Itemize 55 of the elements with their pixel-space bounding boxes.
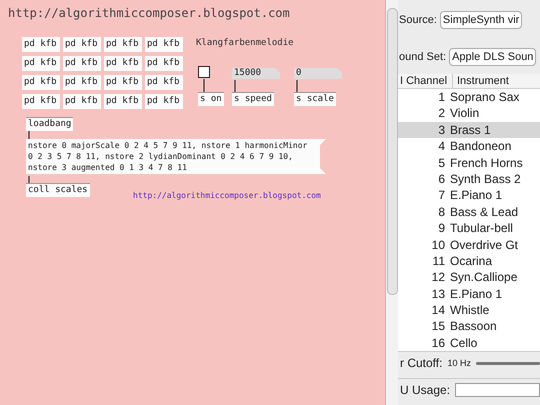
- instrument-row[interactable]: 11 Ocarina: [398, 252, 540, 270]
- subpatch-box[interactable]: pd kfb: [22, 56, 60, 71]
- object-box[interactable]: s speed: [232, 92, 274, 106]
- instrument-row[interactable]: 14 Whistle: [398, 302, 540, 318]
- field-label: ound Set:: [399, 51, 446, 63]
- subpatch-box[interactable]: pd kfb: [145, 75, 183, 90]
- object-box[interactable]: s scale: [294, 92, 336, 106]
- canvas-header: http://algorithmiccomposer.blogspot.com: [8, 6, 290, 20]
- link[interactable]: http://algorithmiccomposer.blogspot.com: [133, 190, 321, 201]
- subpatch-box[interactable]: pd kfb: [63, 94, 101, 109]
- subpatch-box[interactable]: pd kfb: [63, 56, 101, 71]
- instrument-row[interactable]: 10 Overdrive Gt: [398, 236, 540, 253]
- column-header[interactable]: Instrument: [453, 74, 509, 88]
- subpatch-box[interactable]: pd kfb: [104, 37, 142, 52]
- instrument-row[interactable]: 4 Bandoneon: [398, 138, 540, 155]
- toggle[interactable]: [198, 66, 210, 78]
- subpatch-box[interactable]: pd kfb: [63, 75, 101, 90]
- instrument-row[interactable]: 7 E.Piano 1: [398, 187, 540, 204]
- instrument-row[interactable]: 8 Bass & Lead: [398, 204, 540, 220]
- number-box[interactable]: 15000: [232, 68, 280, 79]
- instrument-row[interactable]: 1 Soprano Sax: [398, 89, 540, 106]
- scrollbar[interactable]: [385, 0, 398, 405]
- instrument-row[interactable]: 13 E.Piano 1: [398, 286, 540, 302]
- instrument-row[interactable]: 2 Violin: [398, 105, 540, 122]
- subpatch-box[interactable]: pd kfb: [104, 94, 142, 109]
- sound-set-dropdown[interactable]: Apple DLS Soun: [449, 48, 536, 66]
- instrument-row[interactable]: 3 Brass 1: [398, 122, 540, 138]
- instrument-row[interactable]: 15 Bassoon: [398, 318, 540, 335]
- object-box[interactable]: coll scales: [26, 183, 90, 197]
- column-header[interactable]: I Channel: [398, 74, 453, 88]
- instrument-row[interactable]: 6 Synth Bass 2: [398, 170, 540, 188]
- number-box[interactable]: 0: [294, 68, 342, 79]
- subpatch-box[interactable]: pd kfb: [145, 37, 183, 52]
- source-dropdown[interactable]: SimpleSynth vir: [440, 11, 522, 29]
- object-box[interactable]: loadbang: [26, 117, 74, 131]
- subpatch-box[interactable]: pd kfb: [22, 75, 60, 90]
- field-label: U Usage:: [400, 383, 450, 398]
- subpatch-box[interactable]: pd kfb: [104, 75, 142, 90]
- instrument-row[interactable]: 5 French Horns: [398, 154, 540, 171]
- subpatch-box[interactable]: pd kfb: [104, 56, 142, 71]
- comment-text: Klangfarbenmelodie: [196, 38, 294, 49]
- cutoff-value: 10 Hz: [447, 358, 471, 368]
- subpatch-box[interactable]: pd kfb: [145, 56, 183, 71]
- subpatch-box[interactable]: pd kfb: [145, 94, 183, 109]
- instrument-row[interactable]: 9 Tubular-bell: [398, 220, 540, 237]
- instrument-row[interactable]: 12 Syn.Calliope: [398, 269, 540, 286]
- object-box[interactable]: s on: [198, 92, 224, 106]
- subpatch-box[interactable]: pd kfb: [22, 37, 60, 52]
- subpatch-box[interactable]: pd kfb: [63, 37, 101, 52]
- field-label: r Cutoff:: [400, 356, 442, 370]
- subpatch-box[interactable]: pd kfb: [22, 94, 60, 109]
- message-box[interactable]: nstore 0 majorScale 0 2 4 5 7 9 11, nstore 1 harmonicMinor 0 2 3 5 7 8 11, nstore 2 lydianDominant 0 2 4 6 7 9 10, nstore 3 augmented 0 1 3 4 7 8 11: [26, 139, 326, 174]
- instrument-row[interactable]: 16 Cello: [398, 334, 540, 352]
- cutoff-slider[interactable]: [476, 362, 540, 365]
- field-label: Source:: [399, 14, 437, 26]
